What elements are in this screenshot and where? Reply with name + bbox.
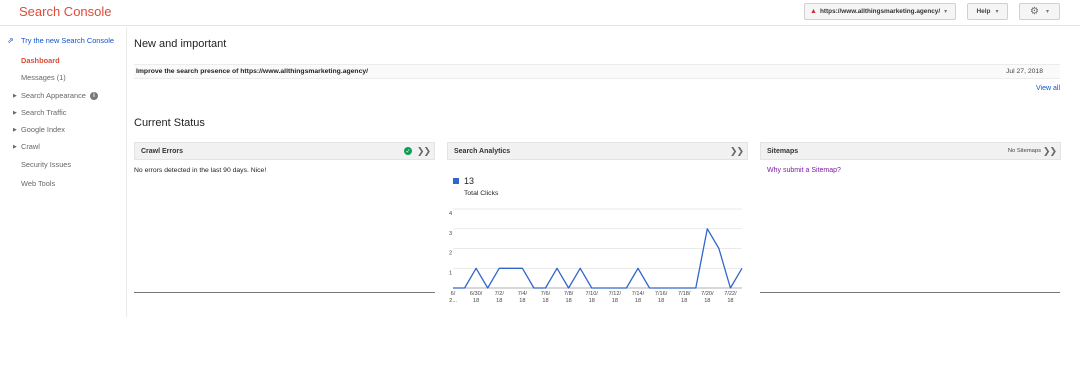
x-tick-label: 7/10/ bbox=[585, 291, 598, 297]
info-icon[interactable]: i bbox=[89, 91, 98, 100]
series-line bbox=[453, 228, 743, 289]
sidebar-item-label: Security Issues bbox=[21, 160, 72, 169]
double-chevron-right-icon[interactable]: ❯❯ bbox=[1043, 146, 1057, 157]
sidebar-item-label: Google Index bbox=[21, 125, 65, 134]
sidebar-item-label: Messages (1) bbox=[21, 73, 66, 82]
x-tick-label: 18 bbox=[612, 298, 618, 304]
sitemaps-header[interactable]: Sitemaps No Sitemaps ❯❯ bbox=[760, 142, 1061, 160]
chevron-down-icon: ▾ bbox=[1045, 9, 1049, 15]
current-status-heading: Current Status bbox=[134, 117, 205, 129]
x-tick-label: 7/6/ bbox=[541, 291, 551, 297]
check-icon: ✓ bbox=[404, 147, 412, 155]
x-tick-label: 7/14/ bbox=[632, 291, 645, 297]
message-row[interactable]: Improve the search presence of https://w… bbox=[134, 64, 1060, 79]
sidebar-item-dashboard[interactable]: Dashboard bbox=[21, 56, 60, 65]
x-tick-label: 18 bbox=[565, 298, 571, 304]
sidebar-item-label: Search Traffic bbox=[21, 108, 67, 117]
x-tick-label: 2... bbox=[449, 298, 457, 304]
expand-arrow-icon: ▶ bbox=[13, 109, 17, 116]
property-url: https://www.allthingsmarketing.agency/ bbox=[820, 8, 941, 15]
sidebar-item-label: Crawl bbox=[21, 142, 40, 151]
property-selector[interactable]: ▲ https://www.allthingsmarketing.agency/… bbox=[804, 3, 956, 20]
x-tick-label: 7/18/ bbox=[678, 291, 691, 297]
crawl-errors-header[interactable]: Crawl Errors ✓ ❯❯ bbox=[134, 142, 435, 160]
sidebar-item-google-index[interactable]: ▶ Google Index bbox=[13, 125, 65, 134]
expand-arrow-icon: ▶ bbox=[13, 92, 17, 99]
x-tick-label: 7/20/ bbox=[701, 291, 714, 297]
help-button[interactable]: Help ▾ bbox=[967, 3, 1008, 20]
why-submit-sitemap-link[interactable]: Why submit a Sitemap? bbox=[767, 167, 841, 174]
crawl-errors-title: Crawl Errors bbox=[141, 147, 184, 155]
x-tick-label: 7/4/ bbox=[518, 291, 528, 297]
expand-arrow-icon: ▶ bbox=[13, 126, 17, 133]
x-tick-label: 7/12/ bbox=[609, 291, 622, 297]
total-clicks-label: Total Clicks bbox=[464, 190, 499, 197]
sitemaps-status: No Sitemaps bbox=[1007, 148, 1041, 154]
search-analytics-title: Search Analytics bbox=[454, 147, 511, 155]
top-bar: Search Console ▲ https://www.allthingsma… bbox=[0, 0, 1080, 26]
sidebar-item-search-appearance[interactable]: ▶ Search Appearance i bbox=[13, 91, 98, 100]
x-tick-label: 7/2/ bbox=[495, 291, 505, 297]
site-favicon-icon: ▲ bbox=[810, 7, 817, 15]
double-chevron-right-icon[interactable]: ❯❯ bbox=[417, 146, 431, 157]
sitemaps-title: Sitemaps bbox=[767, 147, 799, 155]
crawl-errors-summary: No errors detected in the last 90 days. … bbox=[134, 167, 267, 174]
new-and-important-heading: New and important bbox=[134, 38, 227, 50]
x-tick-label: 18 bbox=[727, 298, 733, 304]
x-tick-label: 7/22/ bbox=[724, 291, 737, 297]
sidebar-item-crawl[interactable]: ▶ Crawl bbox=[13, 142, 40, 151]
total-clicks-value: 13 bbox=[464, 176, 475, 186]
external-link-icon: ⇗ bbox=[7, 36, 14, 45]
sidebar-item-label: Search Appearance bbox=[21, 91, 86, 100]
sidebar-item-search-traffic[interactable]: ▶ Search Traffic bbox=[13, 108, 67, 117]
message-text[interactable]: Improve the search presence of https://w… bbox=[136, 68, 368, 75]
crawl-errors-divider bbox=[134, 292, 435, 293]
sidebar-item-security-issues[interactable]: Security Issues bbox=[21, 160, 71, 169]
view-all-link[interactable]: View all bbox=[1036, 85, 1060, 92]
x-tick-label: 18 bbox=[704, 298, 710, 304]
chevron-down-icon: ▾ bbox=[944, 9, 948, 15]
y-tick-label: 2 bbox=[449, 251, 452, 257]
sidebar: ⇗ Try the new Search Console Dashboard M… bbox=[0, 27, 127, 317]
expand-arrow-icon: ▶ bbox=[13, 143, 17, 150]
double-chevron-right-icon[interactable]: ❯❯ bbox=[730, 146, 744, 157]
sidebar-item-label: Web Tools bbox=[21, 179, 56, 188]
x-tick-label: 18 bbox=[681, 298, 687, 304]
y-tick-label: 1 bbox=[449, 270, 452, 276]
x-tick-label: 18 bbox=[589, 298, 595, 304]
x-tick-label: 7/16/ bbox=[655, 291, 668, 297]
y-tick-label: 4 bbox=[449, 211, 452, 217]
x-tick-label: 6/ bbox=[451, 291, 456, 297]
help-label: Help bbox=[976, 8, 991, 15]
x-tick-label: 18 bbox=[658, 298, 664, 304]
search-analytics-chart[interactable]: 12346/2...6/30/187/2/187/4/187/6/187/8/1… bbox=[445, 205, 745, 308]
message-date: Jul 27, 2018 bbox=[1005, 68, 1043, 75]
search-analytics-header[interactable]: Search Analytics ❯❯ bbox=[447, 142, 748, 160]
gear-icon: ⚙ bbox=[1030, 6, 1039, 17]
x-tick-label: 18 bbox=[635, 298, 641, 304]
series-legend-swatch bbox=[453, 178, 459, 184]
sidebar-item-label: Dashboard bbox=[21, 56, 60, 65]
try-new-console-link[interactable]: Try the new Search Console bbox=[21, 36, 114, 45]
x-tick-label: 18 bbox=[519, 298, 525, 304]
x-tick-label: 7/8/ bbox=[564, 291, 574, 297]
chevron-down-icon: ▾ bbox=[995, 9, 999, 15]
x-tick-label: 6/30/ bbox=[470, 291, 483, 297]
sitemaps-divider bbox=[760, 292, 1060, 293]
x-tick-label: 18 bbox=[542, 298, 548, 304]
sidebar-item-web-tools[interactable]: Web Tools bbox=[21, 179, 55, 188]
sidebar-item-messages[interactable]: Messages (1) bbox=[21, 73, 66, 82]
y-tick-label: 3 bbox=[449, 231, 452, 237]
settings-button[interactable]: ⚙ ▾ bbox=[1019, 3, 1060, 20]
x-tick-label: 18 bbox=[496, 298, 502, 304]
x-tick-label: 18 bbox=[473, 298, 479, 304]
app-title[interactable]: Search Console bbox=[19, 4, 112, 19]
